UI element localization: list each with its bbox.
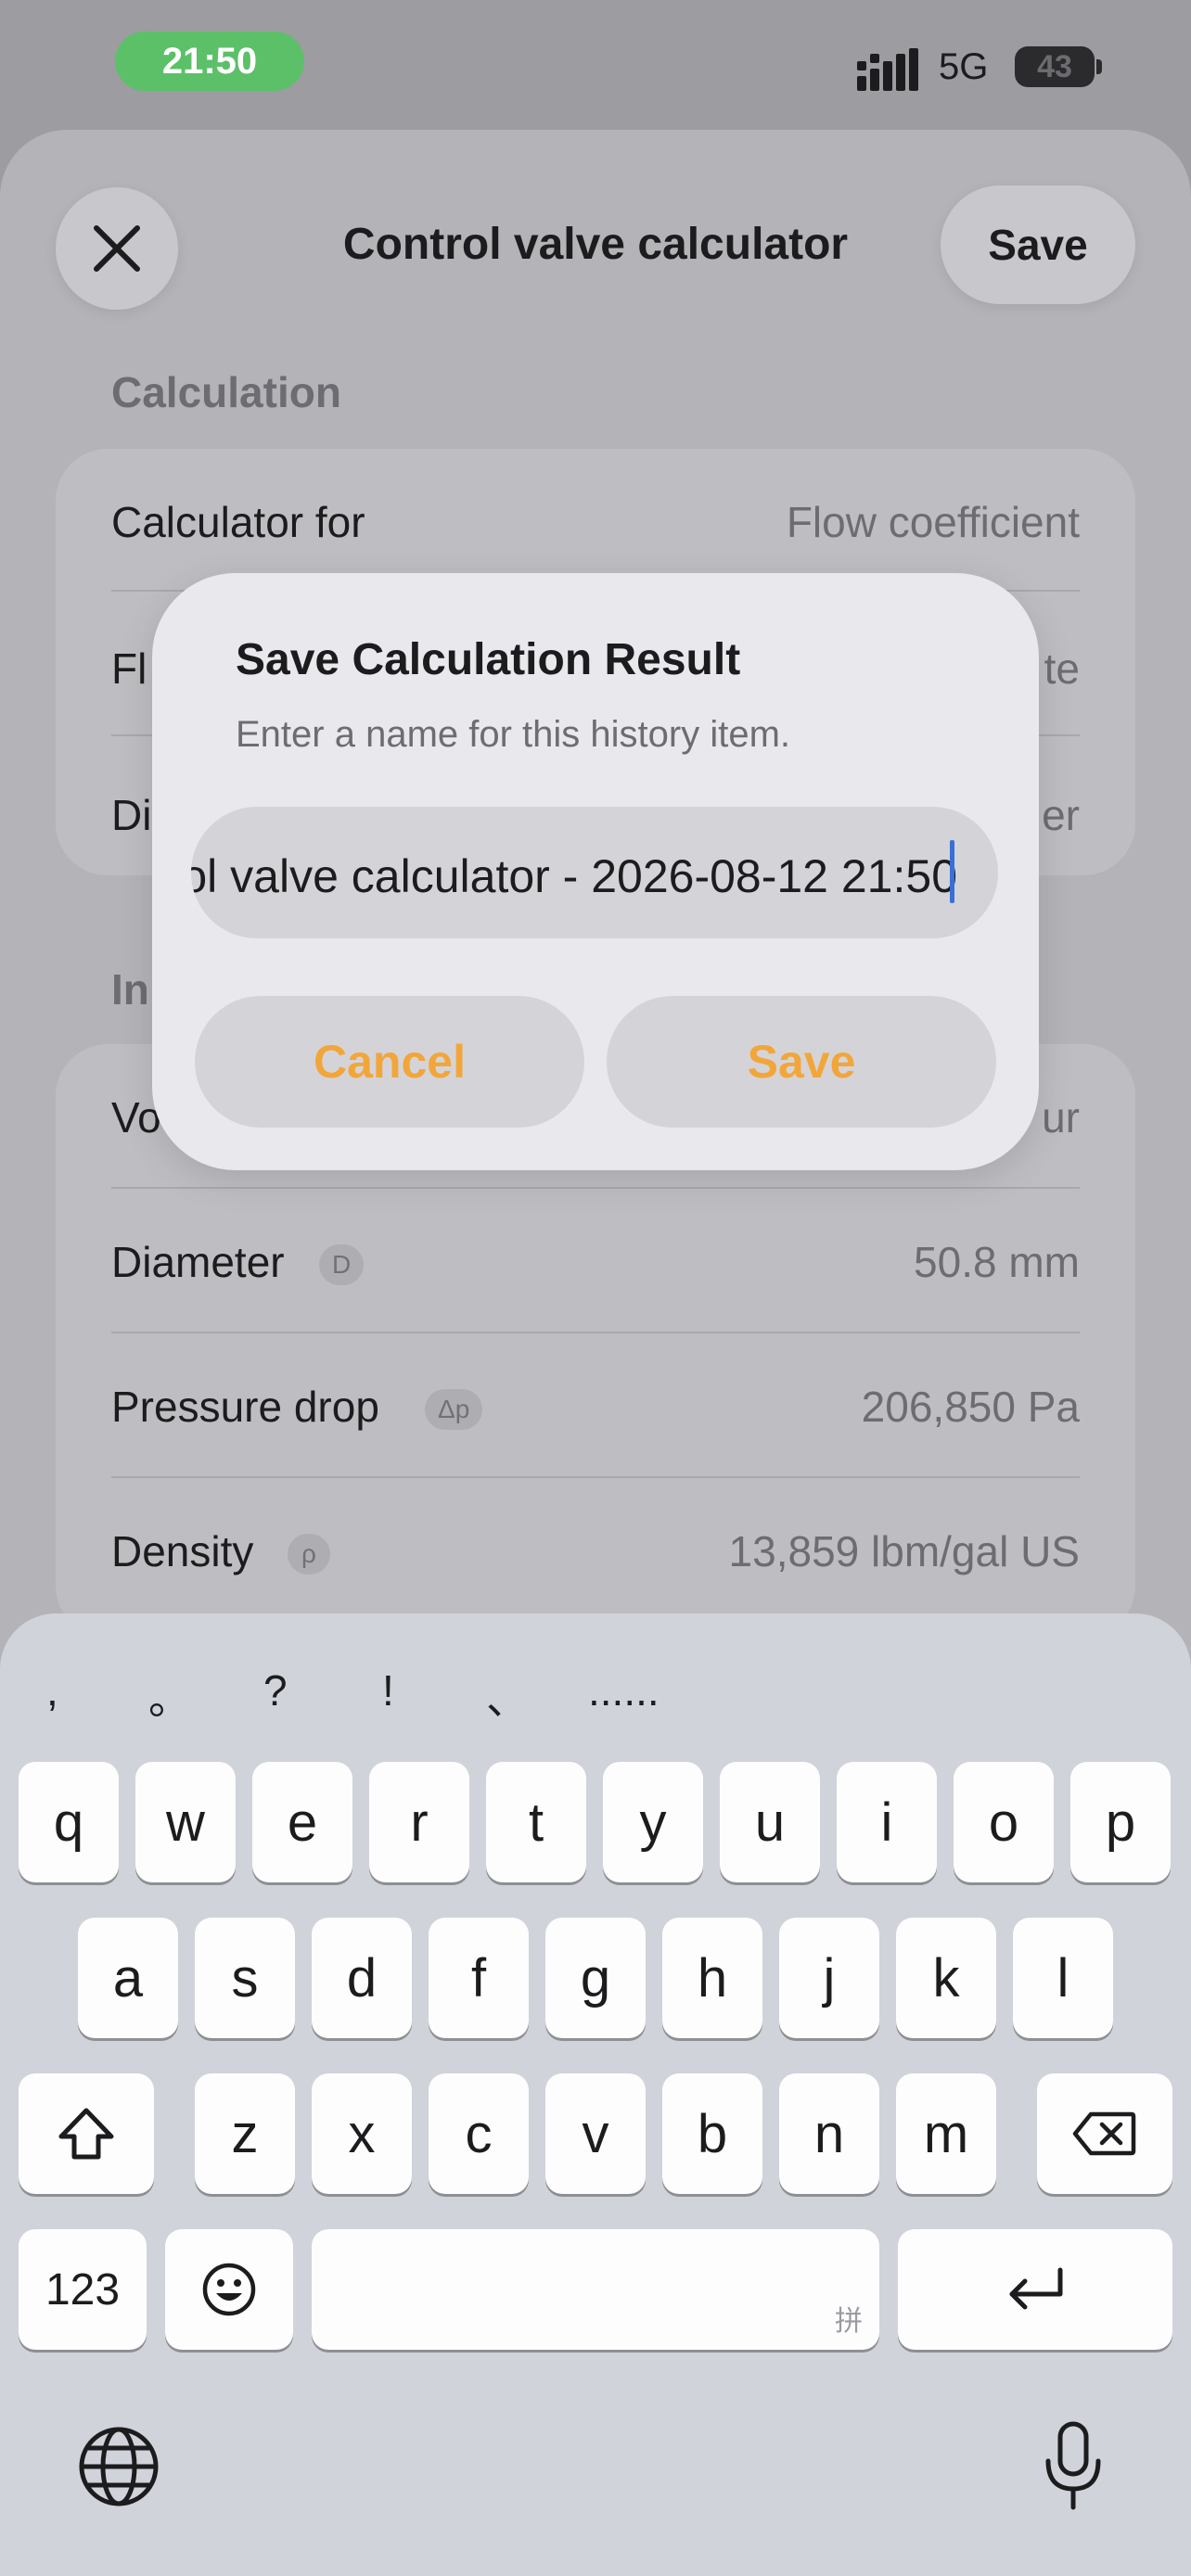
battery-nub <box>1096 59 1102 74</box>
key-l[interactable]: l <box>1013 1918 1113 2038</box>
emoji-key[interactable] <box>165 2229 293 2350</box>
battery-indicator: 43 <box>1015 46 1095 87</box>
key-u[interactable]: u <box>720 1762 820 1882</box>
shift-key[interactable] <box>19 2073 154 2194</box>
save-button[interactable]: Save <box>941 185 1135 304</box>
divider <box>111 1187 1080 1189</box>
row-label-density: Density <box>111 1527 254 1575</box>
network-type: 5G <box>939 46 989 87</box>
row-value-dimension[interactable]: er <box>1042 790 1080 840</box>
symbol-badge-density: ρ <box>288 1534 330 1575</box>
dialog-title: Save Calculation Result <box>236 635 741 684</box>
dialog-cancel-button[interactable]: Cancel <box>195 996 584 1128</box>
key-f[interactable]: f <box>429 1918 529 2038</box>
space-key-hint: 拼 <box>835 2306 863 2337</box>
status-time: 21:50 <box>115 32 304 91</box>
section-title-calculation: Calculation <box>111 368 341 416</box>
key-m[interactable]: m <box>896 2073 996 2194</box>
return-icon <box>1009 2267 1063 2310</box>
key-z[interactable]: z <box>195 2073 295 2194</box>
return-key[interactable] <box>898 2229 1172 2350</box>
history-name-value: Control valve calculator - 2026-08-12 21… <box>191 850 957 902</box>
history-name-input[interactable]: Control valve calculator - 2026-08-12 21… <box>191 807 998 938</box>
divider <box>111 1476 1080 1478</box>
numbers-key[interactable]: 123 <box>19 2229 147 2350</box>
key-b[interactable]: b <box>662 2073 762 2194</box>
row-label-pressure-drop: Pressure drop <box>111 1383 379 1431</box>
row-value-calculator-for[interactable]: Flow coefficient <box>787 497 1080 547</box>
text-cursor <box>950 840 954 903</box>
punct-key-enumeration-comma[interactable]: 、 <box>486 1665 529 1727</box>
key-g[interactable]: g <box>545 1918 646 2038</box>
key-y[interactable]: y <box>603 1762 703 1882</box>
punct-key-comma[interactable]: , <box>46 1665 58 1715</box>
cellular-signal-icon <box>857 48 918 91</box>
key-n[interactable]: n <box>779 2073 879 2194</box>
row-value-pressure-drop[interactable]: 206,850 Pa <box>862 1382 1080 1432</box>
key-e[interactable]: e <box>252 1762 352 1882</box>
row-value-volume[interactable]: ur <box>1042 1092 1080 1142</box>
delete-icon <box>1072 2111 1136 2156</box>
globe-icon[interactable] <box>76 2424 161 2509</box>
delete-key[interactable] <box>1037 2073 1172 2194</box>
row-label-diameter: Diameter <box>111 1238 285 1286</box>
key-a[interactable]: a <box>78 1918 178 2038</box>
row-value-density[interactable]: 13,859 lbm/gal US <box>729 1526 1080 1576</box>
punct-key-ellipsis[interactable]: ...... <box>588 1665 660 1715</box>
shift-icon <box>58 2108 114 2160</box>
row-value-diameter[interactable]: 50.8 mm <box>914 1237 1080 1287</box>
key-h[interactable]: h <box>662 1918 762 2038</box>
row-label-dimension: Di <box>111 791 152 839</box>
symbol-badge-diameter: D <box>319 1244 365 1285</box>
section-title-inputs: In <box>111 965 149 1014</box>
emoji-icon <box>202 2263 256 2316</box>
row-value-flow[interactable]: te <box>1044 644 1080 694</box>
divider <box>111 1332 1080 1333</box>
key-s[interactable]: s <box>195 1918 295 2038</box>
key-i[interactable]: i <box>837 1762 937 1882</box>
key-j[interactable]: j <box>779 1918 879 2038</box>
key-k[interactable]: k <box>896 1918 996 2038</box>
row-label-calculator-for: Calculator for <box>111 498 365 546</box>
key-x[interactable]: x <box>312 2073 412 2194</box>
space-key[interactable]: 拼 <box>312 2229 879 2350</box>
key-d[interactable]: d <box>312 1918 412 2038</box>
microphone-icon[interactable] <box>1043 2420 1104 2513</box>
row-label-flow: Fl <box>111 644 147 693</box>
key-q[interactable]: q <box>19 1762 119 1882</box>
key-o[interactable]: o <box>954 1762 1054 1882</box>
key-r[interactable]: r <box>369 1762 469 1882</box>
punct-key-exclamation[interactable]: ! <box>382 1665 394 1715</box>
key-p[interactable]: p <box>1070 1762 1171 1882</box>
key-c[interactable]: c <box>429 2073 529 2194</box>
punct-key-period[interactable]: 。 <box>148 1665 191 1727</box>
key-t[interactable]: t <box>486 1762 586 1882</box>
key-w[interactable]: w <box>135 1762 236 1882</box>
dialog-subtitle: Enter a name for this history item. <box>236 714 791 755</box>
dialog-save-button[interactable]: Save <box>607 996 996 1128</box>
key-v[interactable]: v <box>545 2073 646 2194</box>
symbol-badge-pressure-drop: Δp <box>425 1389 483 1430</box>
punct-key-question[interactable]: ? <box>263 1665 288 1715</box>
